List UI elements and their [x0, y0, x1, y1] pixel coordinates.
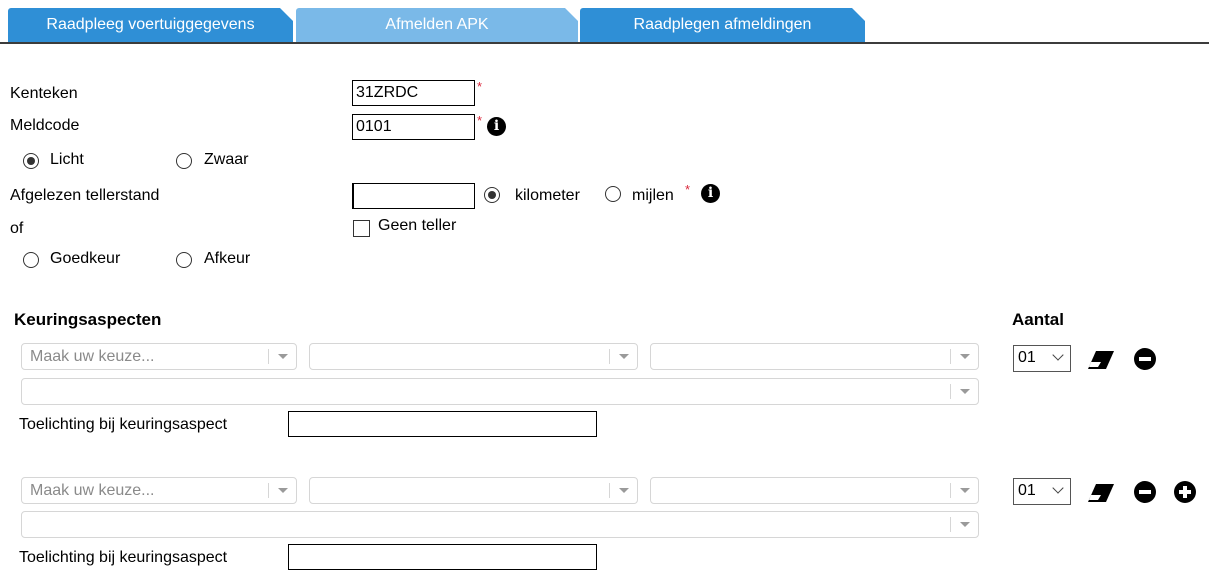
chevron-down-icon — [950, 379, 978, 404]
chevron-down-icon — [268, 478, 296, 503]
meldcode-label: Meldcode — [10, 117, 80, 134]
eraser-icon[interactable] — [1087, 482, 1117, 504]
radio-kilometer-label: kilometer — [515, 187, 580, 204]
tab-bar: Raadpleeg voertuiggegevens Afmelden APK … — [0, 0, 1209, 44]
aspect-subcategory-select[interactable] — [309, 477, 638, 504]
chevron-down-icon — [1052, 482, 1064, 494]
chevron-down-icon — [950, 478, 978, 503]
kenteken-label: Kenteken — [10, 85, 78, 102]
aspect-subcategory-select[interactable] — [309, 343, 638, 370]
geen-teller-checkbox[interactable] — [353, 220, 370, 237]
aspect-category-select[interactable]: Maak uw keuze... — [21, 343, 297, 370]
select-placeholder: Maak uw keuze... — [30, 482, 155, 499]
chevron-down-icon — [609, 344, 637, 369]
radio-afkeur[interactable] — [176, 252, 192, 268]
tab-label: Raadplegen afmeldingen — [633, 16, 812, 33]
keuringsaspecten-heading: Keuringsaspecten — [14, 310, 162, 329]
aspect-detail-select[interactable] — [650, 477, 979, 504]
aspect-description-select[interactable] — [21, 378, 979, 405]
chevron-down-icon — [950, 512, 978, 537]
radio-licht-label: Licht — [50, 151, 84, 168]
chevron-down-icon — [950, 344, 978, 369]
select-placeholder: Maak uw keuze... — [30, 348, 155, 365]
remove-icon[interactable] — [1134, 348, 1156, 370]
tab-afmelden-apk[interactable]: Afmelden APK — [296, 8, 579, 42]
info-icon[interactable]: i — [701, 184, 720, 203]
tab-divider — [0, 42, 1209, 44]
geen-teller-label: Geen teller — [378, 217, 457, 234]
add-icon[interactable] — [1174, 481, 1196, 503]
aspect-description-select[interactable] — [21, 511, 979, 538]
chevron-down-icon — [268, 344, 296, 369]
aspect-detail-select[interactable] — [650, 343, 979, 370]
required-marker: * — [477, 79, 483, 94]
radio-kilometer[interactable] — [484, 187, 500, 203]
aantal-select[interactable]: 01 — [1013, 345, 1071, 372]
toelichting-label: Toelichting bij keuringsaspect — [19, 416, 228, 433]
radio-mijlen-label: mijlen — [632, 187, 674, 204]
chevron-down-icon — [1052, 349, 1064, 361]
aspect-category-select[interactable]: Maak uw keuze... — [21, 477, 297, 504]
radio-zwaar[interactable] — [176, 153, 192, 169]
aantal-value: 01 — [1018, 349, 1036, 366]
tellerstand-input[interactable] — [352, 183, 475, 209]
radio-mijlen[interactable] — [605, 186, 621, 202]
required-marker: * — [685, 182, 691, 197]
radio-zwaar-label: Zwaar — [204, 151, 249, 168]
tab-label: Afmelden APK — [385, 16, 489, 33]
required-marker: * — [477, 113, 483, 128]
tab-raadpleeg-voertuiggegevens[interactable]: Raadpleeg voertuiggegevens — [8, 8, 294, 42]
aantal-select[interactable]: 01 — [1013, 478, 1071, 505]
chevron-down-icon — [609, 478, 637, 503]
tellerstand-label: Afgelezen tellerstand — [10, 187, 160, 204]
radio-goedkeur-label: Goedkeur — [50, 250, 121, 267]
radio-afkeur-label: Afkeur — [204, 250, 251, 267]
aantal-heading: Aantal — [1012, 310, 1064, 329]
toelichting-input[interactable] — [288, 411, 597, 437]
toelichting-label: Toelichting bij keuringsaspect — [19, 549, 228, 566]
kenteken-input[interactable] — [352, 80, 475, 106]
toelichting-input[interactable] — [288, 544, 597, 570]
remove-icon[interactable] — [1134, 481, 1156, 503]
meldcode-input[interactable] — [352, 114, 475, 140]
tab-label: Raadpleeg voertuiggegevens — [46, 16, 255, 33]
of-label: of — [10, 220, 24, 237]
radio-licht[interactable] — [23, 153, 39, 169]
eraser-icon[interactable] — [1087, 349, 1117, 371]
tab-raadplegen-afmeldingen[interactable]: Raadplegen afmeldingen — [580, 8, 866, 42]
aantal-value: 01 — [1018, 482, 1036, 499]
radio-goedkeur[interactable] — [23, 252, 39, 268]
info-icon[interactable]: i — [487, 117, 506, 136]
